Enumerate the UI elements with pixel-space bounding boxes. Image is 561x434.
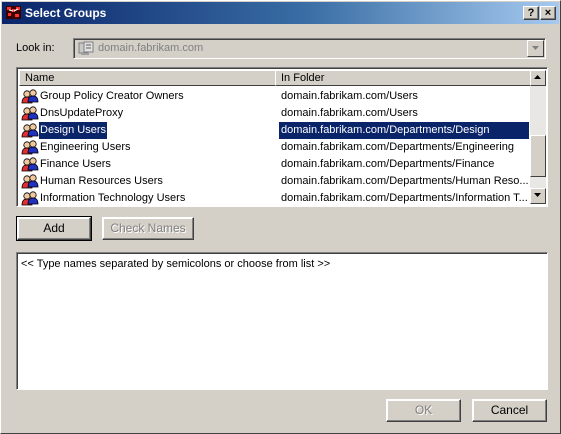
list-item-name-cell: Engineering Users xyxy=(21,139,279,156)
list-item-folder: domain.fabrikam.com/Departments/Human Re… xyxy=(281,175,529,187)
add-button[interactable]: Add xyxy=(16,216,92,241)
list-item-folder-cell: domain.fabrikam.com/Departments/Design xyxy=(279,122,529,139)
list-item-folder: domain.fabrikam.com/Users xyxy=(281,107,418,119)
list-item-name-cell: Human Resources Users xyxy=(21,173,279,190)
group-icon xyxy=(21,139,40,156)
look-in-combobox[interactable]: domain.fabrikam.com xyxy=(73,38,546,59)
list-item-name-cell: Information Technology Users xyxy=(21,190,279,206)
help-button[interactable]: ? xyxy=(523,6,539,20)
list-item[interactable]: Human Resources Users domain.fabrikam.com… xyxy=(19,173,529,190)
scroll-down-button[interactable] xyxy=(530,188,546,204)
list-item-folder-cell: domain.fabrikam.com/Departments/Informat… xyxy=(279,190,529,206)
list-item-folder: domain.fabrikam.com/Users xyxy=(281,90,418,102)
close-button[interactable]: × xyxy=(540,6,556,20)
list-item-folder-cell: domain.fabrikam.com/Departments/Finance xyxy=(279,156,529,173)
scroll-thumb[interactable] xyxy=(530,135,546,177)
list-item[interactable]: Engineering Users domain.fabrikam.com/Dep… xyxy=(19,139,529,156)
list-item-name: Engineering Users xyxy=(40,141,131,153)
list-item-name: Finance Users xyxy=(40,158,111,170)
scroll-up-button[interactable] xyxy=(530,70,546,86)
list-item-folder: domain.fabrikam.com/Departments/Engineer… xyxy=(281,141,514,153)
list-scrollbar[interactable] xyxy=(530,70,546,204)
ok-button[interactable]: OK xyxy=(386,399,461,422)
list-item[interactable]: Group Policy Creator Owners domain.fabrik… xyxy=(19,88,529,105)
list-item-folder-cell: domain.fabrikam.com/Departments/Human Re… xyxy=(279,173,529,190)
column-header-folder[interactable]: In Folder xyxy=(275,70,531,86)
title-bar[interactable]: Select Groups ? × xyxy=(2,2,559,24)
list-item-name-cell: Finance Users xyxy=(21,156,279,173)
list-item[interactable]: Finance Users domain.fabrikam.com/Departm… xyxy=(19,156,529,173)
list-item-name: DnsUpdateProxy xyxy=(40,107,124,119)
list-item[interactable]: Information Technology Users domain.fabri… xyxy=(19,190,529,206)
group-icon xyxy=(21,190,40,206)
directory-icon xyxy=(6,6,21,19)
list-item-name-cell: Group Policy Creator Owners xyxy=(21,88,279,105)
groups-listview[interactable]: Name In Folder Group Policy Creator Owne… xyxy=(16,67,548,207)
chevron-down-icon xyxy=(532,46,539,50)
column-header-name[interactable]: Name xyxy=(19,70,276,86)
group-icon xyxy=(21,105,40,122)
look-in-label: Look in: xyxy=(16,42,55,54)
select-groups-dialog: Select Groups ? × Look in: domain.fabrik… xyxy=(0,0,561,434)
list-item-folder: domain.fabrikam.com/Departments/Design xyxy=(281,124,490,136)
list-item-folder-cell: domain.fabrikam.com/Departments/Engineer… xyxy=(279,139,529,156)
group-icon xyxy=(21,122,40,139)
names-input-hint: << Type names separated by semicolons or… xyxy=(21,258,331,270)
list-item[interactable]: Design Users domain.fabrikam.com/Departme… xyxy=(19,122,529,139)
group-icon xyxy=(21,156,40,173)
window-title: Select Groups xyxy=(25,6,107,20)
list-item-name: Design Users xyxy=(39,122,108,139)
list-item-name: Information Technology Users xyxy=(40,192,186,204)
list-item-folder-cell: domain.fabrikam.com/Users xyxy=(279,105,529,122)
list-item-folder: domain.fabrikam.com/Departments/Informat… xyxy=(281,192,528,204)
group-icon xyxy=(21,88,40,105)
list-header: Name In Folder xyxy=(19,70,531,86)
group-icon xyxy=(21,173,40,190)
chevron-down-icon xyxy=(534,193,541,197)
list-item-name-cell: Design Users xyxy=(21,122,279,139)
list-item-name: Group Policy Creator Owners xyxy=(40,90,184,102)
domain-icon xyxy=(78,41,94,55)
look-in-dropdown-button[interactable] xyxy=(527,40,544,57)
list-item-folder-cell: domain.fabrikam.com/Users xyxy=(279,88,529,105)
chevron-up-icon xyxy=(534,75,541,79)
look-in-value: domain.fabrikam.com xyxy=(98,42,204,54)
cancel-button[interactable]: Cancel xyxy=(472,399,547,422)
list-item-folder: domain.fabrikam.com/Departments/Finance xyxy=(281,158,495,170)
names-input[interactable]: << Type names separated by semicolons or… xyxy=(16,252,548,390)
list-item-name-cell: DnsUpdateProxy xyxy=(21,105,279,122)
list-item[interactable]: DnsUpdateProxy domain.fabrikam.com/Users xyxy=(19,105,529,122)
list-item-name: Human Resources Users xyxy=(40,175,163,187)
check-names-button[interactable]: Check Names xyxy=(102,217,194,240)
